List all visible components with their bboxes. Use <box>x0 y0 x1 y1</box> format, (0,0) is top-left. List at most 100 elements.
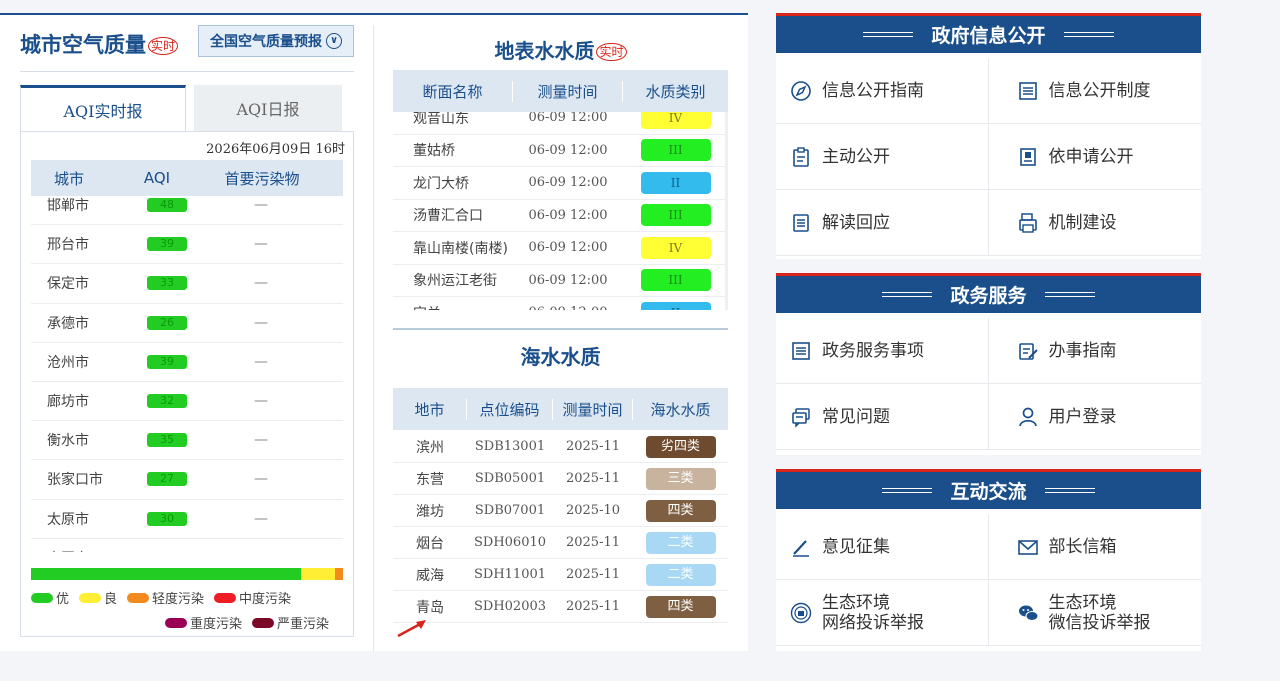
measure-time: 06-09 12:00 <box>528 240 608 256</box>
measure-time: 2025-11 <box>565 535 621 550</box>
panel-link[interactable]: 办事指南 <box>988 318 1201 384</box>
primary-pollutant: — <box>254 275 268 292</box>
city-aq-title: 城市空气质量 实时 <box>20 29 179 59</box>
legend-label: 重度污染 <box>189 617 242 632</box>
aqi-cell: 30 <box>115 511 219 526</box>
primary-pollutant: — <box>254 471 268 488</box>
legend-label: 优 <box>56 592 70 607</box>
table-row[interactable]: 青岛 SDH02003 2025-11 四类 <box>393 591 728 623</box>
aqi-legend: 优 良 轻度污染 中度污染 重度污染 严重污染 <box>31 588 343 638</box>
primary-pollutant: — <box>254 353 268 370</box>
table-row[interactable]: 龙门大桥 06-09 12:00 II <box>393 167 728 200</box>
city-name: 邯郸市 <box>47 198 89 215</box>
water-class-cell: IV <box>623 236 728 259</box>
col-measure-time: 测量时间 <box>513 80 623 102</box>
chevron-down-icon: ∨ <box>326 33 342 49</box>
panel-header: 政府信息公开 <box>776 13 1201 53</box>
col-water-class: 水质类别 <box>645 82 706 101</box>
measure-time: 06-09 12:00 <box>528 112 608 126</box>
table-row[interactable]: 沧州市 39 — <box>31 343 343 382</box>
panel-link-label: 用户登录 <box>1048 406 1117 427</box>
panel-link[interactable]: 生态环境 网络投诉举报 <box>776 580 989 646</box>
aqi-table-body[interactable]: 邯郸市 48 — 邢台市 39 — 保定市 33 — 承德市 26 — 沧州市 39 — 廊坊市 32 — 衡水市 3… <box>31 196 343 552</box>
table-row[interactable]: 廊坊市 32 — <box>31 382 343 422</box>
pen-icon <box>790 536 812 558</box>
water-class-badge: IV <box>640 112 711 129</box>
panel-link[interactable]: 机制建设 <box>988 190 1201 256</box>
water-class-badge: III <box>640 139 711 162</box>
panel-link[interactable]: 政务服务事项 <box>776 318 989 384</box>
table-row[interactable]: 邯郸市 48 — <box>31 196 343 226</box>
table-row[interactable]: 大同市 <box>31 539 343 552</box>
panel-header: 政务服务 <box>776 273 1201 313</box>
panel-link[interactable]: 生态环境 微信投诉举报 <box>988 580 1201 646</box>
tab-aqi-daily[interactable]: AQI日报 <box>194 85 342 131</box>
legend-swatch <box>79 592 102 603</box>
table-row[interactable] <box>393 623 728 627</box>
panel-link[interactable]: 信息公开制度 <box>988 58 1201 124</box>
panel-link[interactable]: 解读回应 <box>776 190 989 256</box>
table-row[interactable]: 邢台市 39 — <box>31 225 343 265</box>
city-name: 滨州 <box>416 439 444 456</box>
emblem-icon <box>790 602 812 624</box>
measure-time: 2025-11 <box>565 599 621 614</box>
panel-header: 互动交流 <box>776 469 1201 509</box>
aqi-cell: 35 <box>115 433 219 448</box>
sea-quality-cell: 二类 <box>633 563 728 586</box>
aqi-badge: 48 <box>147 198 187 213</box>
table-row[interactable]: 东营 SDB05001 2025-11 三类 <box>393 463 728 495</box>
table-row[interactable]: 威海 SDH11001 2025-11 二类 <box>393 559 728 591</box>
panel-link[interactable]: 意见征集 <box>776 514 989 580</box>
panel-link-label: 意见征集 <box>822 536 890 557</box>
aqi-cell: 33 <box>115 276 219 291</box>
panel-link[interactable]: 主动公开 <box>776 124 989 190</box>
water-class-badge: III <box>640 204 711 227</box>
printer-icon <box>1017 212 1039 234</box>
panel-link[interactable]: 依申请公开 <box>988 124 1201 190</box>
table-row[interactable]: 汤曹汇合口 06-09 12:00 III <box>393 200 728 232</box>
table-row[interactable]: 滨州 SDB13001 2025-11 劣四类 <box>393 431 728 463</box>
table-row[interactable]: 衡水市 35 — <box>31 421 343 461</box>
legend-item: 重度污染 <box>164 613 242 632</box>
city-name: 保定市 <box>47 276 89 293</box>
tab-aqi-realtime[interactable]: AQI实时报 <box>20 85 186 131</box>
surface-water-table-body[interactable]: 观音山东 06-09 12:00 IV 董姑桥 06-09 12:00 III 龙门大桥 06… <box>393 112 728 310</box>
col-pollutant: 首要污染物 <box>224 169 300 188</box>
table-row[interactable]: 董姑桥 06-09 12:00 III <box>393 135 728 167</box>
measure-time: 2025-11 <box>565 471 621 486</box>
national-aq-forecast-button[interactable]: 全国空气质量预报 ∨ <box>198 25 354 57</box>
panel-link[interactable]: 用户登录 <box>988 384 1201 450</box>
col-section-name: 断面名称 <box>393 80 513 102</box>
table-row[interactable]: 靠山南楼(南楼) 06-09 12:00 IV <box>393 232 728 265</box>
table-row[interactable]: 承德市 26 — <box>31 304 343 343</box>
aqi-cell: 48 <box>115 198 219 213</box>
primary-pollutant: — <box>254 197 268 214</box>
table-row[interactable]: 宝关06-09 12:00 II <box>393 297 728 310</box>
measure-time: 06-09 12:00 <box>528 142 608 158</box>
table-row[interactable]: 观音山东 06-09 12:00 IV <box>393 112 728 135</box>
aqi-cell: 39 <box>115 354 219 369</box>
panel-link-label: 部长信箱 <box>1048 536 1117 557</box>
sea-water-table-body[interactable]: 滨州 SDB13001 2025-11 劣四类 东营 SDB05001 2025-11 三类潍… <box>393 431 728 627</box>
table-row[interactable]: 张家口市 27 — <box>31 460 343 500</box>
primary-pollutant: — <box>254 510 268 527</box>
table-row[interactable]: 保定市 33 — <box>31 264 343 304</box>
table-row[interactable]: 太原市 30 — <box>31 500 343 539</box>
legend-swatch <box>164 617 187 628</box>
sea-quality-badge: 二类 <box>645 531 716 554</box>
aqi-badge: 35 <box>147 433 187 448</box>
panel-link-label: 信息公开制度 <box>1048 80 1151 101</box>
section-name: 董姑桥 <box>413 143 455 160</box>
scrollbar[interactable] <box>725 112 728 310</box>
site-code: SDH02003 <box>473 599 547 614</box>
table-row[interactable]: 象州运江老街 06-09 12:00 III <box>393 265 728 297</box>
panel-link[interactable]: 常见问题 <box>776 384 989 450</box>
panel-link-label: 政务服务事项 <box>822 340 924 361</box>
section-name: 龙门大桥 <box>413 175 469 192</box>
legend-label: 良 <box>104 592 118 607</box>
table-row[interactable]: 潍坊 SDB07001 2025-10 四类 <box>393 495 728 527</box>
table-row[interactable]: 烟台 SDH06010 2025-11 二类 <box>393 527 728 559</box>
panel-link[interactable]: 信息公开指南 <box>776 58 989 124</box>
panel-link[interactable]: 部长信箱 <box>988 514 1201 580</box>
site-code: SDH11001 <box>473 567 547 582</box>
